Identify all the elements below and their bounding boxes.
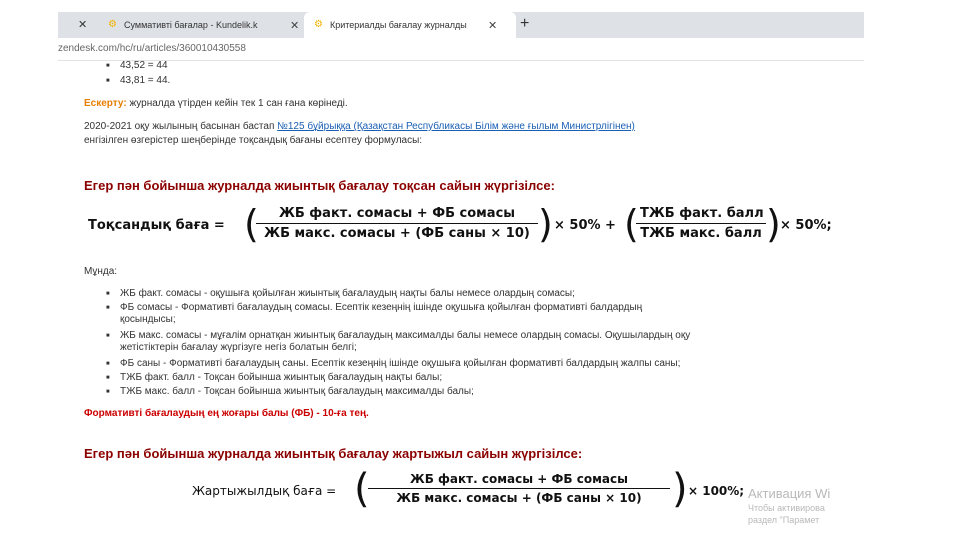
fraction-1: ЖБ факт. сомасы + ФБ сомасы ЖБ макс. сом… — [256, 206, 538, 241]
url-text: zendesk.com/hc/ru/articles/360010430558 — [58, 43, 246, 54]
close-icon[interactable]: ✕ — [488, 19, 497, 32]
list-item: ТЖБ факт. балл - Тоқсан бойынша жиынтық … — [106, 372, 442, 384]
formula-quarter: Тоқсандық баға = ( ЖБ факт. сомасы + ФБ … — [84, 202, 854, 252]
order-link[interactable]: №125 бұйрыққа (Қазақстан Республикасы Бі… — [277, 121, 635, 132]
formula-lhs: Жартыжылдық баға = — [192, 484, 337, 498]
tab-bar: ✕ ⚙ Суммативті бағалар - Kundelik.k ✕ ⚙ … — [58, 12, 864, 38]
activation-sub: раздел "Парамет — [748, 515, 820, 525]
denominator: ЖБ макс. сомасы + (ФБ саны × 10) — [396, 491, 642, 505]
fraction-half: ЖБ факт. сомасы + ФБ сомасы ЖБ макс. сом… — [368, 472, 670, 505]
activation-sub: Чтобы активирова — [748, 503, 825, 513]
denominator: ЖБ макс. сомасы + (ФБ саны × 10) — [264, 226, 530, 241]
paren: ) — [538, 202, 553, 246]
paren: ) — [766, 202, 781, 246]
list-item-continued: жетістіктерін бағалау жүргізуге негіз бо… — [120, 342, 357, 353]
kundelik-favicon-icon: ⚙ — [108, 19, 117, 30]
tab-title: Суммативті бағалар - Kundelik.k — [124, 20, 258, 30]
fraction-2: ТЖБ факт. балл ТЖБ макс. балл — [636, 206, 766, 241]
formula-tail: × 50%; — [780, 218, 832, 233]
intro-paragraph: 2020-2021 оқу жылының басынан бастап №12… — [84, 120, 635, 148]
max-note: Формативті бағалаудың ең жоғары балы (ФБ… — [84, 408, 369, 419]
numerator: ЖБ факт. сомасы + ФБ сомасы — [368, 472, 670, 489]
where-label: Мұнда: — [84, 266, 118, 277]
formula-tail: × 100%; — [688, 484, 745, 498]
note: Ескерту: журналда үтірден кейін тек 1 са… — [84, 98, 348, 109]
list-item: ЖБ макс. сомасы - мұғалім орнатқан жиынт… — [106, 330, 690, 342]
denominator: ТЖБ макс. балл — [640, 226, 762, 241]
list-item: 43,81 = 44. — [106, 75, 170, 87]
formula-lhs: Тоқсандық баға = — [88, 218, 225, 233]
para-text: 2020-2021 оқу жылының басынан бастап — [84, 121, 278, 132]
formula-mid: × 50% + — [554, 218, 616, 233]
note-label: Ескерту: — [84, 98, 127, 109]
address-bar[interactable]: zendesk.com/hc/ru/articles/360010430558 — [58, 38, 864, 61]
para-text: енгізілген өзгерістер шеңберінде тоқсанд… — [84, 135, 423, 146]
note-text: журналда үтірден кейін тек 1 сан ғана кө… — [126, 98, 348, 109]
list-item-continued: қосындысы; — [120, 314, 176, 325]
list-item: ФБ сомасы - Формативті бағалаудың сомасы… — [106, 302, 642, 314]
list-item: ТЖБ макс. балл - Тоқсан бойынша жиынтық … — [106, 386, 474, 398]
kundelik-favicon-icon: ⚙ — [314, 19, 323, 30]
tab-title: Критериалды бағалау журналды — [330, 20, 467, 30]
list-item: 43,52 = 44 — [106, 60, 167, 72]
list-item: ФБ саны - Формативті бағалаудың саны. Ес… — [106, 358, 680, 370]
windows-activation-watermark: Активация Wi Чтобы активирова раздел "Па… — [748, 486, 878, 525]
numerator: ТЖБ факт. балл — [636, 206, 766, 224]
browser-screenshot: ✕ ⚙ Суммативті бағалар - Kundelik.k ✕ ⚙ … — [58, 12, 864, 524]
numerator: ЖБ факт. сомасы + ФБ сомасы — [256, 206, 538, 224]
list-item: ЖБ факт. сомасы - оқушыға қойылған жиынт… — [106, 288, 575, 300]
close-icon[interactable]: ✕ — [290, 19, 299, 32]
formula-half: Жартыжылдық баға = ( ЖБ факт. сомасы + Ф… — [84, 466, 824, 518]
heading-quarter: Егер пән бойынша журналда жиынтық бағала… — [84, 178, 555, 193]
new-tab-button[interactable]: + — [520, 15, 529, 33]
close-icon[interactable]: ✕ — [78, 18, 87, 31]
activation-title: Активация Wi — [748, 486, 831, 501]
heading-half: Егер пән бойынша журналда жиынтық бағала… — [84, 446, 583, 461]
paren: ) — [672, 466, 688, 512]
tab-summative[interactable]: ⚙ Суммативті бағалар - Kundelik.k ✕ — [98, 12, 308, 38]
tab-criteria-journal[interactable]: ⚙ Критериалды бағалау журналды ✕ — [304, 12, 516, 38]
